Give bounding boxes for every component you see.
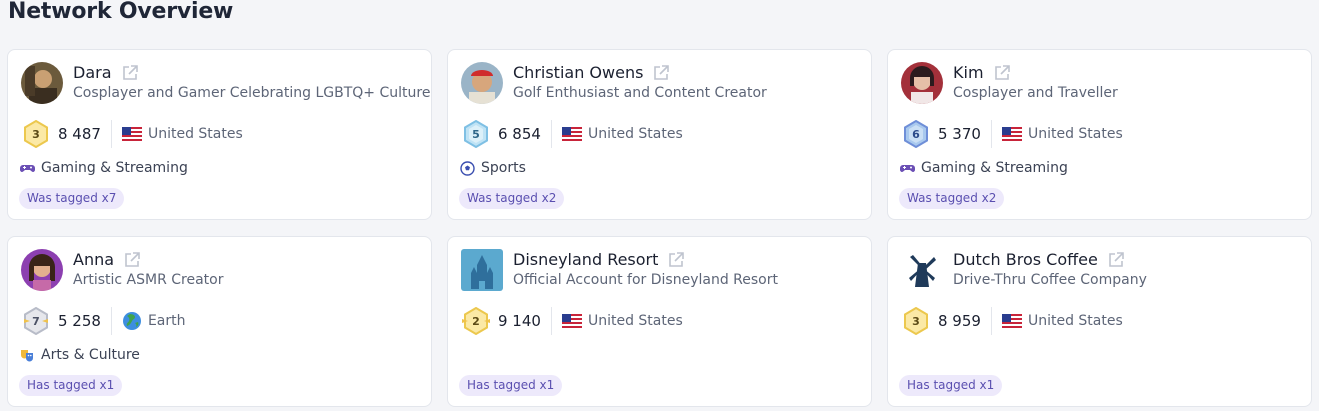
external-link-icon[interactable] [123, 251, 141, 269]
profile-name[interactable]: Disneyland Resort [513, 250, 658, 269]
avatar[interactable] [21, 249, 63, 291]
profile-subtitle: Cosplayer and Traveller [953, 85, 1118, 101]
profile-grid: Dara Cosplayer and Gamer Celebrating LGB… [7, 49, 1312, 407]
avatar[interactable] [901, 62, 943, 104]
external-link-icon[interactable] [121, 64, 139, 82]
country-label: Earth [147, 313, 186, 329]
globe-icon [122, 311, 142, 331]
level-badge-icon: 7 [22, 307, 50, 335]
follower-count: 8 487 [58, 125, 101, 143]
profile-name[interactable]: Dara [73, 63, 112, 82]
level-badge-icon: 3 [902, 307, 930, 335]
level-badge-icon: 2 [462, 307, 490, 335]
external-link-icon[interactable] [667, 251, 685, 269]
country-label: United States [147, 126, 243, 142]
us-flag-icon [1001, 314, 1022, 328]
tag-count-badge: Was tagged x7 [19, 188, 125, 209]
tag-count-badge: Has tagged x1 [19, 375, 123, 396]
divider [550, 120, 552, 148]
profile-subtitle: Artistic ASMR Creator [73, 272, 224, 288]
theater-masks-icon [20, 348, 35, 363]
profile-card[interactable]: Christian Owens Golf Enthusiast and Cont… [447, 49, 872, 220]
us-flag-icon [561, 314, 582, 328]
category-label: Gaming & Streaming [41, 160, 188, 176]
tag-count-badge: Has tagged x1 [459, 375, 563, 396]
divider [990, 120, 992, 148]
profile-card[interactable]: Anna Artistic ASMR Creator 7 5 258 Earth… [7, 236, 432, 407]
gamepad-icon [900, 161, 915, 176]
profile-subtitle: Drive-Thru Coffee Company [953, 272, 1147, 288]
profile-card[interactable]: Dutch Bros Coffee Drive-Thru Coffee Comp… [887, 236, 1312, 407]
profile-card[interactable]: Dara Cosplayer and Gamer Celebrating LGB… [7, 49, 432, 220]
divider [110, 307, 112, 335]
external-link-icon[interactable] [1107, 251, 1125, 269]
follower-count: 6 854 [498, 125, 541, 143]
external-link-icon[interactable] [993, 64, 1011, 82]
country-label: United States [1027, 313, 1123, 329]
us-flag-icon [561, 127, 582, 141]
tag-count-badge: Was tagged x2 [459, 188, 565, 209]
follower-count: 5 258 [58, 312, 101, 330]
profile-card[interactable]: Disneyland Resort Official Account for D… [447, 236, 872, 407]
tag-count-badge: Was tagged x2 [899, 188, 1005, 209]
avatar[interactable] [461, 62, 503, 104]
avatar[interactable] [901, 249, 943, 291]
divider [990, 307, 992, 335]
us-flag-icon [1001, 127, 1022, 141]
level-badge-icon: 6 [902, 120, 930, 148]
level-badge-icon: 5 [462, 120, 490, 148]
country-label: United States [587, 126, 683, 142]
profile-subtitle: Golf Enthusiast and Content Creator [513, 85, 767, 101]
profile-name[interactable]: Christian Owens [513, 63, 643, 82]
profile-name[interactable]: Kim [953, 63, 984, 82]
gamepad-icon [20, 161, 35, 176]
follower-count: 8 959 [938, 312, 981, 330]
avatar[interactable] [21, 62, 63, 104]
profile-subtitle: Cosplayer and Gamer Celebrating LGBTQ+ C… [73, 85, 431, 101]
level-badge-icon: 3 [22, 120, 50, 148]
country-label: United States [1027, 126, 1123, 142]
category-label: Arts & Culture [41, 347, 140, 363]
divider [110, 120, 112, 148]
tag-count-badge: Has tagged x1 [899, 375, 1003, 396]
follower-count: 5 370 [938, 125, 981, 143]
soccer-ball-icon [460, 160, 475, 176]
category-label: Gaming & Streaming [921, 160, 1068, 176]
external-link-icon[interactable] [652, 64, 670, 82]
profile-name[interactable]: Anna [73, 250, 114, 269]
follower-count: 9 140 [498, 312, 541, 330]
divider [550, 307, 552, 335]
us-flag-icon [121, 127, 142, 141]
profile-subtitle: Official Account for Disneyland Resort [513, 272, 778, 288]
avatar[interactable] [461, 249, 503, 291]
page-title: Network Overview [8, 0, 234, 24]
profile-name[interactable]: Dutch Bros Coffee [953, 250, 1098, 269]
profile-card[interactable]: Kim Cosplayer and Traveller 6 5 370 Unit… [887, 49, 1312, 220]
country-label: United States [587, 313, 683, 329]
category-label: Sports [481, 160, 526, 176]
